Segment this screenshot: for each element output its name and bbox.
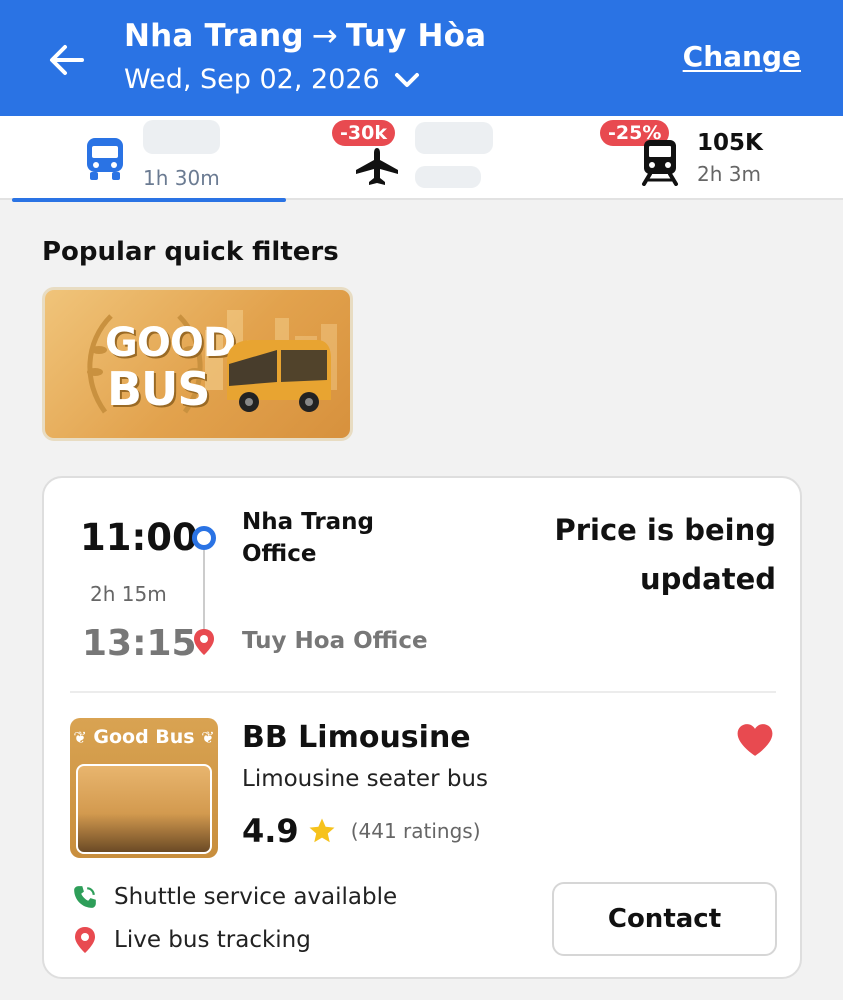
- train-price: 105K: [697, 130, 763, 156]
- amenity-tracking-label: Live bus tracking: [114, 927, 311, 953]
- good-bus-badge: ❦ Good Bus ❦: [70, 726, 218, 748]
- operator-name: BB Limousine: [242, 720, 471, 755]
- bus-type: Limousine seater bus: [242, 766, 488, 792]
- chevron-down-icon: [394, 72, 419, 87]
- tab-train[interactable]: -25% 105K 2h 3m: [600, 116, 800, 200]
- plane-price-placeholder: [415, 122, 493, 154]
- arrival-office: Tuy Hoa Office: [242, 628, 428, 654]
- bus-icon: [87, 138, 123, 180]
- location-pin-icon: [75, 927, 95, 953]
- good-bus-filter-card[interactable]: GOOD BUS: [42, 287, 353, 441]
- arrival-time: 13:15: [82, 623, 197, 664]
- plane-duration-placeholder: [415, 166, 481, 188]
- amenity-tracking: Live bus tracking: [72, 926, 311, 954]
- operator-rating: 4.9 (441 ratings): [242, 812, 481, 850]
- divider: [70, 691, 776, 693]
- favorite-heart-icon[interactable]: [736, 722, 774, 758]
- trip-duration: 2h 15m: [90, 582, 167, 606]
- origin-city: Nha Trang: [124, 18, 304, 54]
- airplane-icon: [356, 148, 398, 185]
- app-header: Nha Trang → Tuy Hòa Wed, Sep 02, 2026 Chan…: [0, 0, 843, 116]
- ratings-count: (441 ratings): [350, 819, 481, 843]
- rating-value: 4.9: [242, 812, 299, 850]
- selected-tab-indicator: [12, 198, 286, 202]
- laurel-left-icon: ❦: [73, 728, 87, 747]
- back-button[interactable]: [40, 36, 92, 84]
- star-icon: [309, 818, 335, 843]
- bus-price-placeholder: [143, 120, 220, 154]
- laurel-right-icon: ❦: [201, 728, 215, 747]
- contact-button[interactable]: Contact: [552, 882, 777, 956]
- departure-time: 11:00: [80, 516, 198, 559]
- date-selector[interactable]: Wed, Sep 02, 2026: [124, 64, 420, 95]
- tab-plane[interactable]: -30k: [330, 116, 520, 200]
- good-bus-text-line1: GOOD: [105, 320, 236, 366]
- route-line: [203, 550, 205, 630]
- price-status: Price is being updated: [554, 513, 776, 596]
- bus-duration: 1h 30m: [143, 166, 220, 190]
- operator-photo: [76, 764, 212, 854]
- departure-dot-icon: [192, 526, 216, 550]
- location-pin-icon: [194, 629, 214, 655]
- trip-card[interactable]: 11:00 2h 15m 13:15 Nha Trang Office Tuy …: [42, 476, 802, 979]
- destination-city: Tuy Hòa: [345, 18, 487, 54]
- amenity-shuttle-label: Shuttle service available: [114, 884, 398, 910]
- quick-filters-title: Popular quick filters: [42, 237, 339, 267]
- travel-date: Wed, Sep 02, 2026: [124, 64, 380, 95]
- departure-office: Nha Trang Office: [242, 509, 375, 567]
- amenity-shuttle: Shuttle service available: [72, 884, 397, 910]
- transport-tabs: 1h 30m -30k -25% 105K 2h 3m: [0, 116, 843, 202]
- route-arrow: →: [311, 18, 338, 54]
- back-arrow-icon: [50, 45, 84, 75]
- phone-icon: [74, 886, 96, 908]
- train-duration: 2h 3m: [697, 162, 761, 186]
- good-bus-text-line2: BUS: [107, 362, 211, 416]
- change-button[interactable]: Change: [683, 40, 801, 73]
- train-icon: [642, 140, 678, 186]
- operator-thumbnail: ❦ Good Bus ❦: [70, 718, 218, 858]
- bus-icon: [227, 340, 331, 412]
- tab-bus[interactable]: 1h 30m: [12, 116, 286, 202]
- plane-discount-badge: -30k: [332, 120, 395, 146]
- good-bus-badge-label: Good Bus: [93, 726, 195, 748]
- route-title: Nha Trang → Tuy Hòa: [124, 18, 486, 54]
